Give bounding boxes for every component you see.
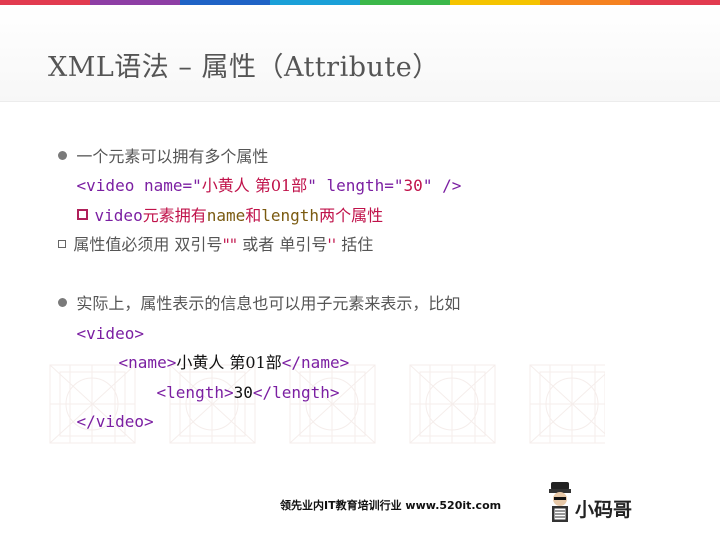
keyword: length xyxy=(261,205,320,225)
code-tag: </video> xyxy=(76,412,154,431)
code-value: 小黄人 第01部 xyxy=(201,176,308,195)
code-tag: <video> xyxy=(76,323,144,343)
bullet-text: 元素拥有 xyxy=(142,205,207,225)
quote-marks: "" xyxy=(222,235,238,254)
brand-logo: 小码哥 xyxy=(549,482,632,522)
code-value: 30 xyxy=(233,382,253,402)
bullet-dot-icon xyxy=(58,150,68,160)
square-bullet-icon xyxy=(58,239,67,248)
bullet-text: 或者 单引号 xyxy=(237,235,328,254)
code-tag: </length> xyxy=(252,382,340,402)
footer-slogan: 领先业内IT教育培训行业 www.520it.com xyxy=(280,499,502,512)
bullet-text: 一个元素可以拥有多个属性 xyxy=(76,146,269,166)
slide-title: XML语法 – 属性（Attribute） xyxy=(48,52,440,83)
code-tag: <name> xyxy=(118,353,177,372)
slide-body: 一个元素可以拥有多个属性 <video name="小黄人 第01部" leng… xyxy=(38,112,698,431)
code-tag: <video name=" xyxy=(76,176,202,195)
code-tag: " /> xyxy=(422,176,462,195)
code-tag: </name> xyxy=(281,353,350,372)
keyword: name xyxy=(206,205,246,225)
square-bullet-icon xyxy=(76,208,88,220)
bullet-text: 属性值必须用 双引号 xyxy=(73,235,223,254)
bullet-line: 一个元素可以拥有多个属性 xyxy=(38,112,698,166)
logo-text: 小码哥 xyxy=(575,499,632,521)
bullet-text: 两个属性 xyxy=(319,205,384,225)
keyword: video xyxy=(94,205,143,225)
code-value: 30 xyxy=(403,176,423,195)
bullet-line: 实际上，属性表示的信息也可以用子元素来表示，比如 xyxy=(38,260,698,313)
bullet-text: 实际上，属性表示的信息也可以用子元素来表示，比如 xyxy=(76,294,461,313)
mascot-icon xyxy=(549,482,571,522)
bullet-text: 括住 xyxy=(336,235,374,254)
code-tag: " length=" xyxy=(307,176,404,195)
quote-marks: '' xyxy=(327,235,337,254)
code-tag: <length> xyxy=(156,382,234,402)
bullet-text: 和 xyxy=(245,205,262,225)
bullet-dot-icon xyxy=(58,298,68,307)
title-bar: XML语法 – 属性（Attribute） xyxy=(0,5,720,102)
code-value: 小黄人 第01部 xyxy=(176,353,282,372)
